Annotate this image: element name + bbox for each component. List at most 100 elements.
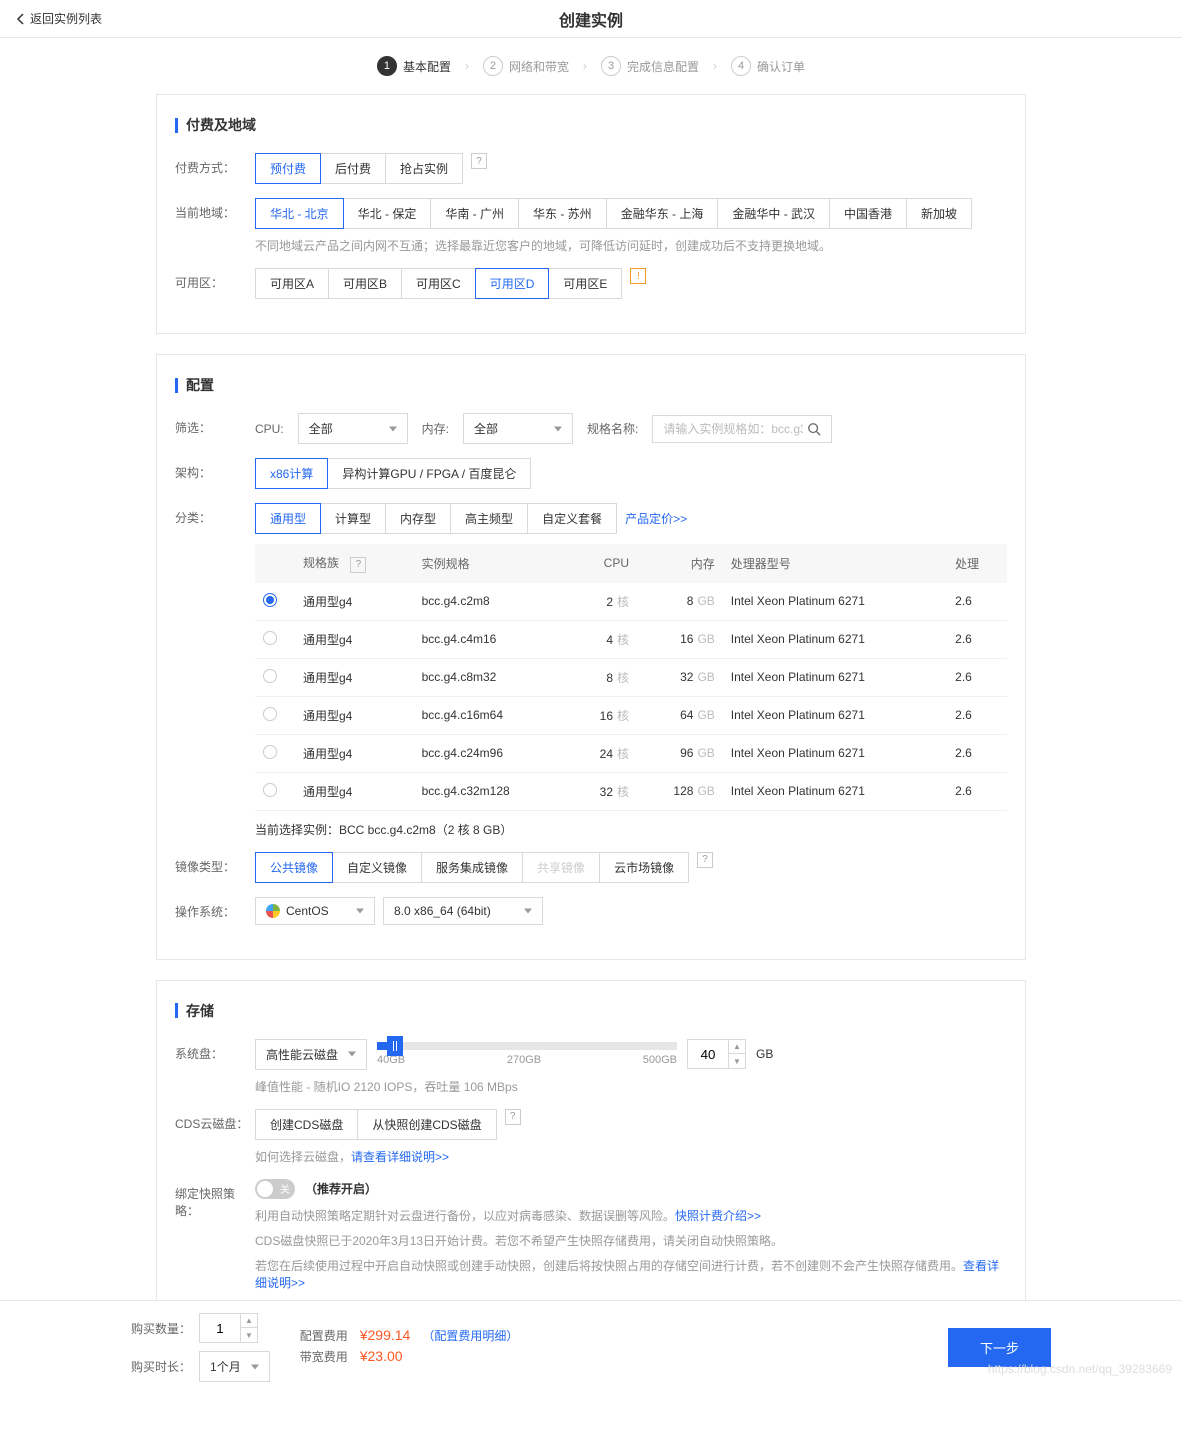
watermark: https://blog.csdn.net/qq_39283669 [988, 1362, 1172, 1376]
table-row[interactable]: 通用型g4 bcc.g4.c32m128 32核 128GB Intel Xeo… [255, 772, 1007, 810]
duration-select[interactable]: 1个月 [199, 1351, 270, 1382]
help-icon[interactable]: ? [505, 1109, 521, 1125]
category-2[interactable]: 内存型 [385, 503, 451, 534]
category-3[interactable]: 高主频型 [450, 503, 528, 534]
arch-x86[interactable]: x86计算 [255, 458, 328, 489]
region-4[interactable]: 金融华东 - 上海 [606, 198, 719, 229]
row-radio[interactable] [263, 669, 277, 683]
section-title-billing: 付费及地域 [175, 115, 1007, 135]
category-1[interactable]: 计算型 [320, 503, 386, 534]
category-0[interactable]: 通用型 [255, 503, 321, 534]
image-type-2[interactable]: 服务集成镜像 [421, 852, 523, 883]
region-hint: 不同地域云产品之间内网不互通；选择最靠近您客户的地域，可降低访问延时，创建成功后… [255, 237, 1007, 254]
qty-label: 购买数量： [131, 1320, 191, 1337]
row-radio[interactable] [263, 631, 277, 645]
region-1[interactable]: 华北 - 保定 [343, 198, 432, 229]
os-version-select[interactable]: 8.0 x86_64 (64bit) [383, 897, 543, 925]
cpu-select[interactable]: 全部 [298, 413, 408, 444]
step-network[interactable]: 2网络和带宽 [483, 56, 569, 76]
pay-method-label: 付费方式： [175, 153, 255, 176]
pay-postpaid[interactable]: 后付费 [320, 153, 386, 184]
table-row[interactable]: 通用型g4 bcc.g4.c16m64 16核 64GB Intel Xeon … [255, 696, 1007, 734]
zone-1[interactable]: 可用区B [328, 268, 402, 299]
category-label: 分类： [175, 503, 255, 526]
stepper-down[interactable]: ▼ [729, 1054, 745, 1068]
os-name-select[interactable]: CentOS [255, 897, 375, 925]
chevron-right-icon: › [583, 59, 587, 73]
pricing-link[interactable]: 产品定价>> [625, 510, 687, 527]
qty-input[interactable]: ▲▼ [199, 1313, 258, 1343]
step-confirm[interactable]: 4确认订单 [731, 56, 805, 76]
sys-disk-slider[interactable] [377, 1042, 677, 1050]
cds-detail-link[interactable]: 请查看详细说明>> [351, 1150, 449, 1164]
region-5[interactable]: 金融华中 - 武汉 [717, 198, 830, 229]
zone-0[interactable]: 可用区A [255, 268, 329, 299]
row-radio[interactable] [263, 593, 277, 607]
help-icon[interactable]: ? [350, 557, 366, 573]
zone-3[interactable]: 可用区D [475, 268, 550, 299]
bw-cost: ¥23.00 [360, 1348, 403, 1364]
snapshot-pricing-link[interactable]: 快照计费介绍>> [675, 1209, 761, 1223]
section-title-storage: 存储 [175, 1001, 1007, 1021]
table-row[interactable]: 通用型g4 bcc.g4.c8m32 8核 32GB Intel Xeon Pl… [255, 658, 1007, 696]
stepper-down[interactable]: ▼ [241, 1328, 257, 1342]
category-4[interactable]: 自定义套餐 [527, 503, 617, 534]
table-row[interactable]: 通用型g4 bcc.g4.c24m96 24核 96GB Intel Xeon … [255, 734, 1007, 772]
spec-search[interactable] [652, 415, 832, 443]
region-2[interactable]: 华南 - 广州 [430, 198, 519, 229]
stepper-up[interactable]: ▲ [729, 1040, 745, 1054]
row-radio[interactable] [263, 783, 277, 797]
selected-spec: 当前选择实例：BCC bcc.g4.c2m8（2 核 8 GB） [255, 821, 1007, 838]
section-title-config: 配置 [175, 375, 1007, 395]
row-radio[interactable] [263, 745, 277, 759]
pay-prepaid[interactable]: 预付费 [255, 153, 321, 184]
spec-table: 规格族 ? 实例规格 CPU 内存 处理器型号 处理 通用型g4 bcc.g4.… [255, 544, 1007, 811]
table-row[interactable]: 通用型g4 bcc.g4.c4m16 4核 16GB Intel Xeon Pl… [255, 620, 1007, 658]
image-type-4[interactable]: 云市场镜像 [599, 852, 689, 883]
steps-nav: 1基本配置 › 2网络和带宽 › 3完成信息配置 › 4确认订单 [0, 38, 1182, 94]
help-icon[interactable]: ? [471, 153, 487, 169]
create-cds-snapshot-button[interactable]: 从快照创建CDS磁盘 [357, 1109, 496, 1140]
warning-icon[interactable]: ! [630, 268, 646, 284]
sys-disk-type-select[interactable]: 高性能云磁盘 [255, 1039, 367, 1070]
region-0[interactable]: 华北 - 北京 [255, 198, 344, 229]
search-icon [807, 422, 821, 436]
zone-4[interactable]: 可用区E [548, 268, 622, 299]
region-6[interactable]: 中国香港 [829, 198, 907, 229]
image-type-0[interactable]: 公共镜像 [255, 852, 333, 883]
snapshot-policy-label: 绑定快照策略： [175, 1179, 255, 1219]
footer-bar: 购买数量： ▲▼ 购买时长： 1个月 配置费用 ¥299.14 （配置费用明细） [0, 1300, 1182, 1394]
duration-label: 购买时长： [131, 1358, 191, 1375]
config-cost: ¥299.14 [360, 1327, 411, 1343]
chevron-left-icon [16, 13, 26, 25]
slider-handle[interactable] [387, 1036, 403, 1056]
cpu-filter-label: CPU: [255, 422, 284, 436]
filter-label: 筛选： [175, 413, 255, 436]
spec-search-input[interactable] [663, 422, 803, 436]
cost-detail-link[interactable]: （配置费用明细） [422, 1327, 518, 1344]
perf-hint: 峰值性能 - 随机IO 2120 IOPS，吞吐量 106 MBps [255, 1078, 1007, 1095]
region-7[interactable]: 新加坡 [906, 198, 972, 229]
back-link[interactable]: 返回实例列表 [16, 10, 102, 27]
help-icon[interactable]: ? [697, 852, 713, 868]
mem-select[interactable]: 全部 [463, 413, 573, 444]
row-radio[interactable] [263, 707, 277, 721]
centos-icon [266, 904, 280, 918]
pay-spot[interactable]: 抢占实例 [385, 153, 463, 184]
snapshot-toggle[interactable]: 关 [255, 1179, 295, 1199]
region-3[interactable]: 华东 - 苏州 [518, 198, 607, 229]
step-basic[interactable]: 1基本配置 [377, 56, 451, 76]
chevron-right-icon: › [713, 59, 717, 73]
table-row[interactable]: 通用型g4 bcc.g4.c2m8 2核 8GB Intel Xeon Plat… [255, 583, 1007, 621]
os-label: 操作系统： [175, 897, 255, 920]
sys-disk-size-input[interactable]: ▲▼ [687, 1039, 746, 1069]
zone-2[interactable]: 可用区C [401, 268, 476, 299]
image-type-1[interactable]: 自定义镜像 [332, 852, 422, 883]
cds-label: CDS云磁盘： [175, 1109, 255, 1132]
arch-gpu[interactable]: 异构计算GPU / FPGA / 百度昆仑 [327, 458, 531, 489]
create-cds-button[interactable]: 创建CDS磁盘 [255, 1109, 358, 1140]
step-info[interactable]: 3完成信息配置 [601, 56, 699, 76]
zone-label: 可用区： [175, 268, 255, 291]
stepper-up[interactable]: ▲ [241, 1314, 257, 1328]
region-label: 当前地域： [175, 198, 255, 221]
